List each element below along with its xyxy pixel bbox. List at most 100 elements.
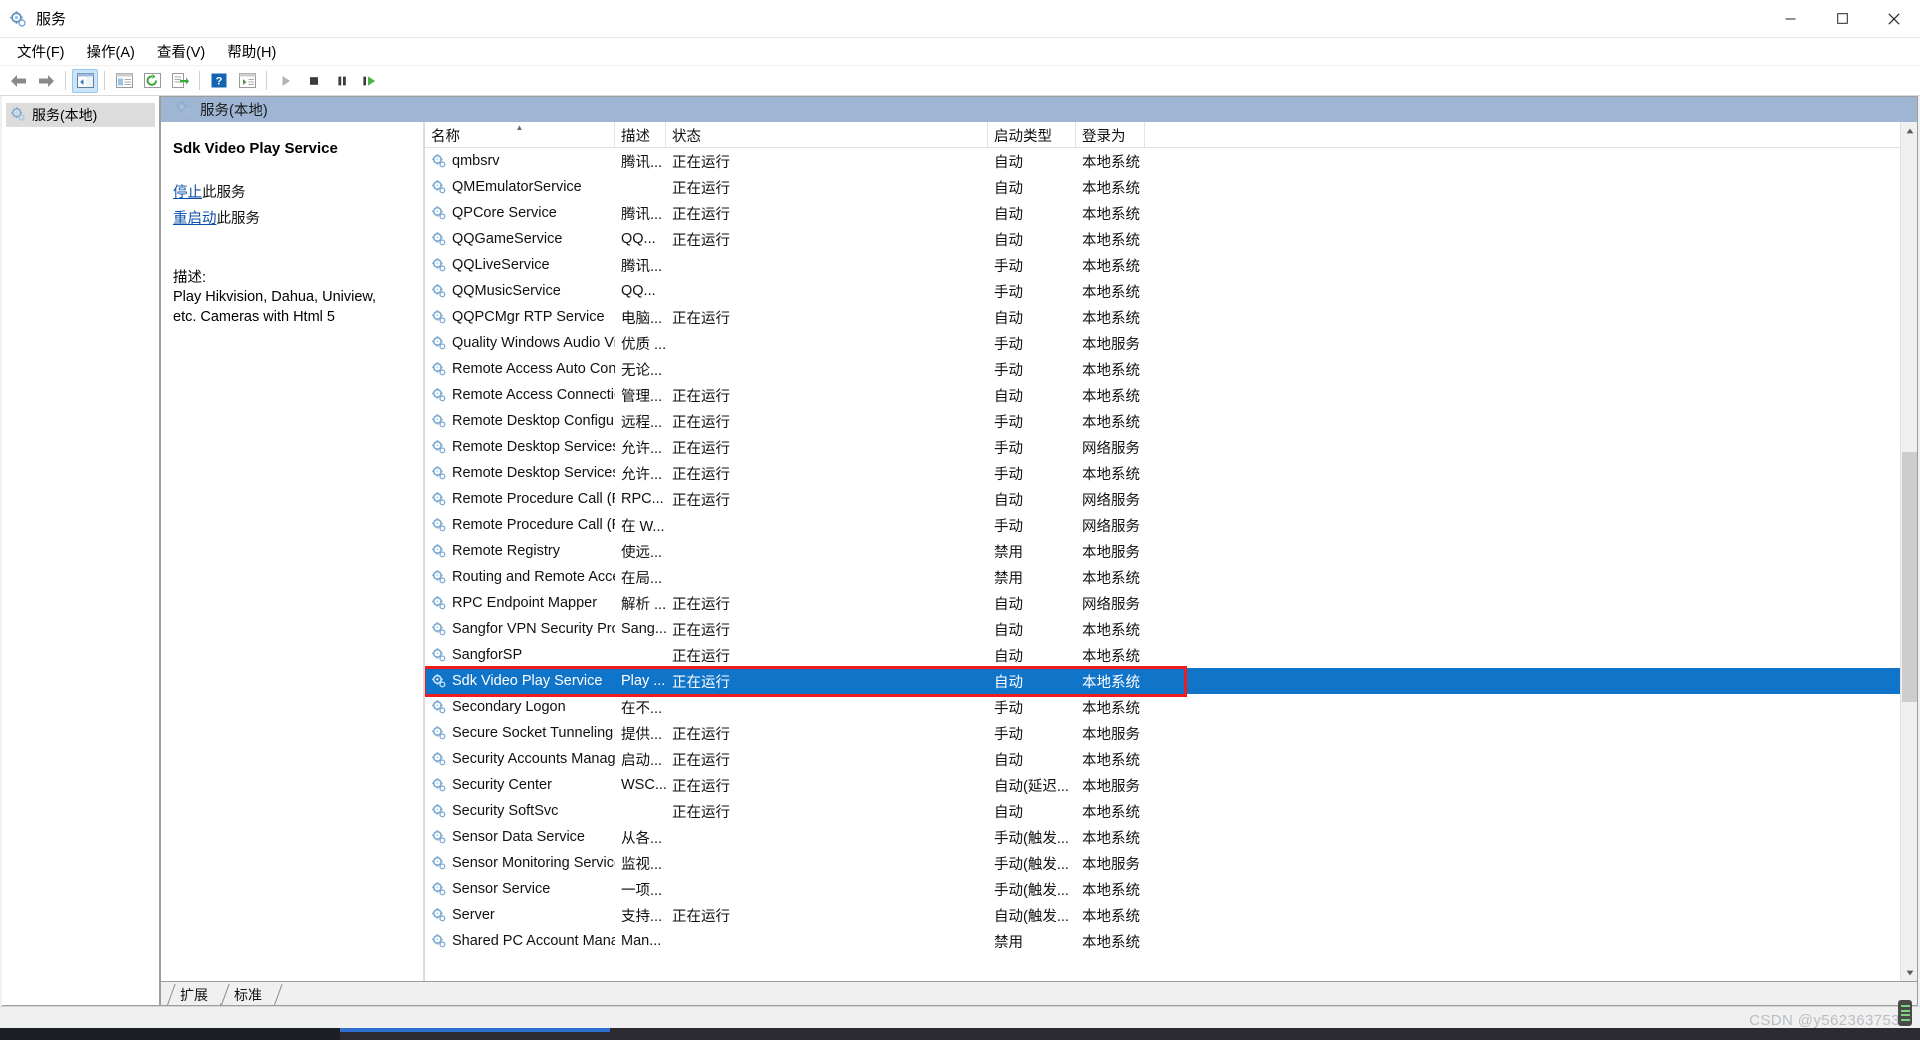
- column-filler: [1145, 122, 1917, 148]
- scrollbar-thumb[interactable]: [1902, 452, 1917, 702]
- tab-extended[interactable]: 扩展: [167, 984, 221, 1005]
- pause-service-icon[interactable]: [329, 69, 355, 93]
- minimize-button[interactable]: [1764, 0, 1816, 38]
- cell-name: Remote Access Connectio...: [425, 382, 615, 408]
- table-row[interactable]: Secure Socket Tunneling P... 提供... 正在运行 手动 本…: [425, 720, 1917, 746]
- properties-icon[interactable]: [111, 69, 137, 93]
- scroll-down-arrow[interactable]: [1901, 964, 1917, 981]
- description-line-1: Play Hikvision, Dahua, Uniview,: [173, 289, 377, 305]
- vertical-scrollbar[interactable]: [1900, 122, 1917, 981]
- cell-filler: [1145, 200, 1917, 226]
- table-row[interactable]: Remote Access Auto Conn... 无论... 手动 本地系统: [425, 356, 1917, 382]
- cell-status: 正在运行: [672, 674, 730, 691]
- cell-name: SangforSP: [425, 642, 615, 668]
- table-row[interactable]: QQMusicService QQ... 手动 本地系统: [425, 278, 1917, 304]
- tab-standard[interactable]: 标准: [221, 984, 275, 1005]
- cell-status: [666, 824, 988, 850]
- show-hide-console-tree-icon[interactable]: [72, 68, 98, 93]
- cell-description: 使远...: [621, 544, 663, 561]
- cell-description: 提供...: [621, 726, 663, 743]
- forward-icon[interactable]: [33, 69, 59, 93]
- cell-name: QQMusicService: [425, 278, 615, 304]
- table-row[interactable]: QPCore Service 腾讯... 正在运行 自动 本地系统: [425, 200, 1917, 226]
- menu-help[interactable]: 帮助(H): [216, 38, 287, 65]
- table-row[interactable]: Server 支持... 正在运行 自动(触发... 本地系统: [425, 902, 1917, 928]
- table-row[interactable]: Sangfor VPN Security Prot... Sang... 正在运行 自…: [425, 616, 1917, 642]
- service-gear-icon: [431, 465, 447, 481]
- column-startup-type[interactable]: 启动类型: [988, 122, 1076, 148]
- column-status[interactable]: 状态: [666, 122, 988, 148]
- table-row[interactable]: Shared PC Account Manager Man... 禁用 本地系统: [425, 928, 1917, 954]
- table-row[interactable]: Security Center WSC... 正在运行 自动(延迟... 本地服务: [425, 772, 1917, 798]
- cell-description: 腾讯...: [621, 258, 663, 275]
- table-row[interactable]: Sdk Video Play Service Play ... 正在运行 自动 本地系统: [425, 668, 1917, 694]
- table-row[interactable]: Remote Procedure Call (R... 在 W... 手动 网络服务: [425, 512, 1917, 538]
- services-list-view[interactable]: 名称 ▲ 描述 状态 启动类型 登录为 qmbsrv 腾讯... 正在运行 自动 本地系统 QMEm…: [424, 122, 1917, 981]
- cell-startup-type: 手动: [994, 726, 1023, 743]
- table-row[interactable]: RPC Endpoint Mapper 解析 ... 正在运行 自动 网络服务: [425, 590, 1917, 616]
- table-row[interactable]: QQGameService QQ... 正在运行 自动 本地系统: [425, 226, 1917, 252]
- table-row[interactable]: QQLiveService 腾讯... 手动 本地系统: [425, 252, 1917, 278]
- table-row[interactable]: Sensor Service 一项... 手动(触发... 本地系统: [425, 876, 1917, 902]
- table-row[interactable]: Remote Desktop Configur... 远程... 正在运行 手动 本地系…: [425, 408, 1917, 434]
- table-row[interactable]: qmbsrv 腾讯... 正在运行 自动 本地系统: [425, 148, 1917, 174]
- cell-status: [666, 564, 988, 590]
- cell-filler: [1145, 642, 1917, 668]
- table-row[interactable]: QQPCMgr RTP Service 电脑... 正在运行 自动 本地系统: [425, 304, 1917, 330]
- table-row[interactable]: Remote Desktop Services 允许... 正在运行 手动 网络服务: [425, 434, 1917, 460]
- cell-name: QPCore Service: [425, 200, 615, 226]
- restart-service-link[interactable]: 重启动此服务: [173, 207, 409, 228]
- cell-name: Sdk Video Play Service: [425, 668, 615, 694]
- back-icon[interactable]: [5, 69, 31, 93]
- column-description[interactable]: 描述: [615, 122, 666, 148]
- sort-ascending-icon: ▲: [515, 123, 524, 132]
- stop-service-link[interactable]: 停止此服务: [173, 181, 409, 202]
- service-name-text: QQMusicService: [452, 283, 561, 299]
- table-row[interactable]: Remote Registry 使远... 禁用 本地服务: [425, 538, 1917, 564]
- table-row[interactable]: Quality Windows Audio Vi... 优质 ... 手动 本地服务: [425, 330, 1917, 356]
- table-row[interactable]: Remote Procedure Call (R... RPC... 正在运行 自动 网…: [425, 486, 1917, 512]
- start-service-icon[interactable]: [273, 69, 299, 93]
- scroll-up-arrow[interactable]: [1901, 122, 1917, 139]
- description-label: 描述:: [173, 270, 207, 286]
- table-row[interactable]: Secondary Logon 在不... 手动 本地系统: [425, 694, 1917, 720]
- menu-view[interactable]: 查看(V): [146, 38, 216, 65]
- refresh-icon[interactable]: [139, 69, 165, 93]
- table-row[interactable]: SangforSP 正在运行 自动 本地系统: [425, 642, 1917, 668]
- column-logon-as[interactable]: 登录为: [1076, 122, 1145, 148]
- main-content: 服务(本地) 服务(本地) Sdk Video Play Service 停止此…: [0, 96, 1920, 1006]
- tree-item-services-local[interactable]: 服务(本地): [6, 103, 155, 127]
- table-row[interactable]: QMEmulatorService 正在运行 自动 本地系统: [425, 174, 1917, 200]
- cell-name: Quality Windows Audio Vi...: [425, 330, 615, 356]
- tray-indicator-icon[interactable]: [1898, 1000, 1912, 1026]
- table-row[interactable]: Security Accounts Manager 启动... 正在运行 自动 本地系统: [425, 746, 1917, 772]
- service-gear-icon: [431, 309, 447, 325]
- service-name-text: qmbsrv: [452, 153, 500, 169]
- service-name-text: QQPCMgr RTP Service: [452, 309, 605, 325]
- table-row[interactable]: Routing and Remote Access 在局... 禁用 本地系统: [425, 564, 1917, 590]
- service-gear-icon: [431, 647, 447, 663]
- cell-status: 正在运行: [672, 466, 730, 483]
- services-window: 服务 文件(F) 操作(A) 查看(V) 帮助(H) ? 服务(本地) 服务(本…: [0, 0, 1920, 1040]
- maximize-button[interactable]: [1816, 0, 1868, 38]
- close-button[interactable]: [1868, 0, 1920, 38]
- help-icon[interactable]: ?: [206, 69, 232, 93]
- window-controls: [1764, 0, 1920, 38]
- table-row[interactable]: Security SoftSvc 正在运行 自动 本地系统: [425, 798, 1917, 824]
- table-row[interactable]: Sensor Monitoring Service 监视... 手动(触发... 本地…: [425, 850, 1917, 876]
- service-name-text: Security Center: [452, 777, 552, 793]
- cell-description: Play ...: [621, 673, 666, 689]
- cell-description: 无论...: [621, 362, 663, 379]
- stop-service-icon[interactable]: [301, 69, 327, 93]
- menu-file[interactable]: 文件(F): [6, 38, 76, 65]
- export-list-icon[interactable]: [167, 69, 193, 93]
- show-action-pane-icon[interactable]: [234, 69, 260, 93]
- column-name[interactable]: 名称 ▲: [425, 122, 615, 148]
- table-row[interactable]: Remote Access Connectio... 管理... 正在运行 自动 本地系…: [425, 382, 1917, 408]
- table-row[interactable]: Remote Desktop Services ... 允许... 正在运行 手动 本地…: [425, 460, 1917, 486]
- cell-filler: [1145, 616, 1917, 642]
- table-row[interactable]: Sensor Data Service 从各... 手动(触发... 本地系统: [425, 824, 1917, 850]
- toolbar-separator: [104, 71, 105, 90]
- restart-service-icon[interactable]: [357, 69, 383, 93]
- menu-action[interactable]: 操作(A): [76, 38, 146, 65]
